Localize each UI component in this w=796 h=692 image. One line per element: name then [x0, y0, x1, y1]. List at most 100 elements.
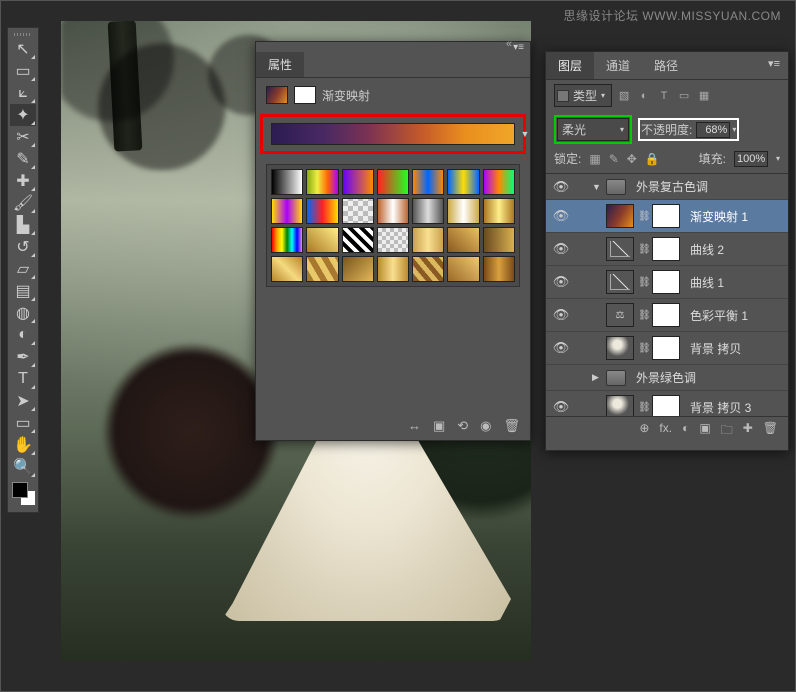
group-twisty-icon[interactable]: ▼: [592, 182, 602, 192]
fill-stepper-icon[interactable]: ▾: [776, 154, 780, 163]
link-icon[interactable]: ⛓: [638, 402, 648, 413]
move-tool[interactable]: ↖: [10, 38, 36, 60]
layer-filter-dropdown[interactable]: 类型▾: [554, 84, 612, 107]
prop-footer-icon-3[interactable]: ◉: [480, 418, 491, 434]
visibility-eye-icon[interactable]: 👁: [552, 241, 570, 257]
visibility-eye-icon[interactable]: 👁: [552, 274, 570, 290]
gradient-preset[interactable]: [342, 227, 374, 253]
gradient-preset[interactable]: [377, 198, 409, 224]
layer-thumb[interactable]: ⚖: [606, 303, 634, 327]
lock-pos-icon[interactable]: ✥: [627, 152, 637, 166]
gradient-preset[interactable]: [271, 169, 303, 195]
link-icon[interactable]: ⛓: [638, 244, 648, 255]
filter-shape-icon[interactable]: ▭: [676, 88, 692, 104]
heal-tool[interactable]: ✚: [10, 170, 36, 192]
lasso-tool[interactable]: ⟀: [10, 82, 36, 104]
mask-thumb[interactable]: [652, 204, 680, 228]
layer-footer-icon-3[interactable]: ▣: [699, 421, 710, 442]
gradient-preset[interactable]: [447, 256, 479, 282]
layer-footer-icon-4[interactable]: 🗀: [721, 421, 733, 442]
marquee-tool[interactable]: ▭: [10, 60, 36, 82]
filter-adjust-icon[interactable]: ◐: [636, 88, 652, 104]
layer-footer-icon-6[interactable]: 🗑: [763, 421, 778, 442]
crop-tool[interactable]: ✂: [10, 126, 36, 148]
path-select-tool[interactable]: ➤: [10, 390, 36, 412]
gradient-preview[interactable]: [271, 123, 515, 145]
blur-tool[interactable]: ◍: [10, 302, 36, 324]
group-twisty-icon[interactable]: ▶: [592, 372, 602, 383]
gradient-preset[interactable]: [447, 227, 479, 253]
gradient-preset[interactable]: [447, 198, 479, 224]
visibility-eye-icon[interactable]: 👁: [552, 208, 570, 224]
gradient-preset[interactable]: [483, 169, 515, 195]
eraser-tool[interactable]: ▱: [10, 258, 36, 280]
dodge-tool[interactable]: ◐: [10, 324, 36, 346]
prop-footer-icon-0[interactable]: ↔: [408, 418, 421, 434]
fill-input[interactable]: 100%: [734, 151, 768, 167]
foreground-color-swatch[interactable]: [12, 482, 28, 498]
mask-thumb[interactable]: [652, 237, 680, 261]
gradient-preset[interactable]: [342, 256, 374, 282]
tab-properties[interactable]: 属性: [256, 52, 304, 77]
lock-all-icon[interactable]: 🔒: [645, 152, 660, 166]
gradient-preset[interactable]: [447, 169, 479, 195]
link-icon[interactable]: ⛓: [638, 277, 648, 288]
layer-footer-icon-0[interactable]: ⊕: [639, 421, 649, 442]
gradient-preset[interactable]: [412, 169, 444, 195]
lock-trans-icon[interactable]: ▦: [589, 152, 600, 166]
gradient-preset[interactable]: [271, 198, 303, 224]
layer-thumb[interactable]: [606, 237, 634, 261]
prop-footer-icon-1[interactable]: ▣: [433, 418, 445, 434]
gradient-preset[interactable]: [306, 256, 338, 282]
gradient-preset[interactable]: [271, 256, 303, 282]
blend-mode-dropdown[interactable]: 柔光▾: [557, 118, 629, 141]
gradient-tool[interactable]: ▤: [10, 280, 36, 302]
lock-paint-icon[interactable]: ✎: [609, 152, 619, 166]
gradient-preset[interactable]: [377, 256, 409, 282]
link-icon[interactable]: ⛓: [638, 343, 648, 354]
gradient-preset[interactable]: [412, 256, 444, 282]
mask-thumb[interactable]: [652, 336, 680, 360]
tab-layers[interactable]: 图层: [546, 52, 594, 79]
visibility-eye-icon[interactable]: 👁: [552, 399, 570, 415]
layer-row[interactable]: 👁⛓渐变映射 1: [546, 200, 788, 233]
history-brush-tool[interactable]: ↺: [10, 236, 36, 258]
gradient-preset[interactable]: [306, 198, 338, 224]
shape-tool[interactable]: ▭: [10, 412, 36, 434]
brush-tool[interactable]: 🖌: [10, 192, 36, 214]
layer-row[interactable]: 👁⛓曲线 2: [546, 233, 788, 266]
stamp-tool[interactable]: ▙: [10, 214, 36, 236]
layer-footer-icon-2[interactable]: ◐: [682, 421, 689, 442]
visibility-eye-icon[interactable]: 👁: [552, 179, 570, 195]
zoom-tool[interactable]: 🔍: [10, 456, 36, 478]
prop-footer-icon-4[interactable]: 🗑: [503, 418, 520, 434]
gradient-preset[interactable]: [306, 227, 338, 253]
tab-paths[interactable]: 路径: [642, 52, 690, 79]
panel-menu-icon[interactable]: ▾≡: [513, 42, 524, 53]
layer-row[interactable]: 👁▼外景复古色调: [546, 174, 788, 200]
layer-row[interactable]: 👁⛓曲线 1: [546, 266, 788, 299]
eyedropper-tool[interactable]: ✎: [10, 148, 36, 170]
mask-thumb[interactable]: [652, 303, 680, 327]
prop-footer-icon-2[interactable]: ⟲: [457, 418, 468, 434]
mask-thumb[interactable]: [652, 270, 680, 294]
opacity-input[interactable]: 68%: [696, 122, 730, 138]
gradient-preset[interactable]: [271, 227, 303, 253]
gradient-preset[interactable]: [483, 198, 515, 224]
layer-thumb[interactable]: [606, 270, 634, 294]
panel-collapse-icon[interactable]: «: [506, 38, 512, 50]
gradient-preset[interactable]: [377, 169, 409, 195]
hand-tool[interactable]: ✋: [10, 434, 36, 456]
pen-tool[interactable]: ✒: [10, 346, 36, 368]
visibility-eye-icon[interactable]: 👁: [552, 307, 570, 323]
color-swatches[interactable]: [10, 478, 36, 510]
opacity-stepper-icon[interactable]: ▾: [732, 125, 736, 134]
link-icon[interactable]: ⛓: [638, 211, 648, 222]
link-icon[interactable]: ⛓: [638, 310, 648, 321]
gradient-preset[interactable]: [412, 198, 444, 224]
layer-thumb[interactable]: [606, 336, 634, 360]
gradient-preset[interactable]: [483, 227, 515, 253]
filter-smart-icon[interactable]: ▦: [696, 88, 712, 104]
panel-menu-icon[interactable]: ▾≡: [760, 52, 788, 79]
layer-footer-icon-5[interactable]: ✚: [743, 421, 753, 442]
